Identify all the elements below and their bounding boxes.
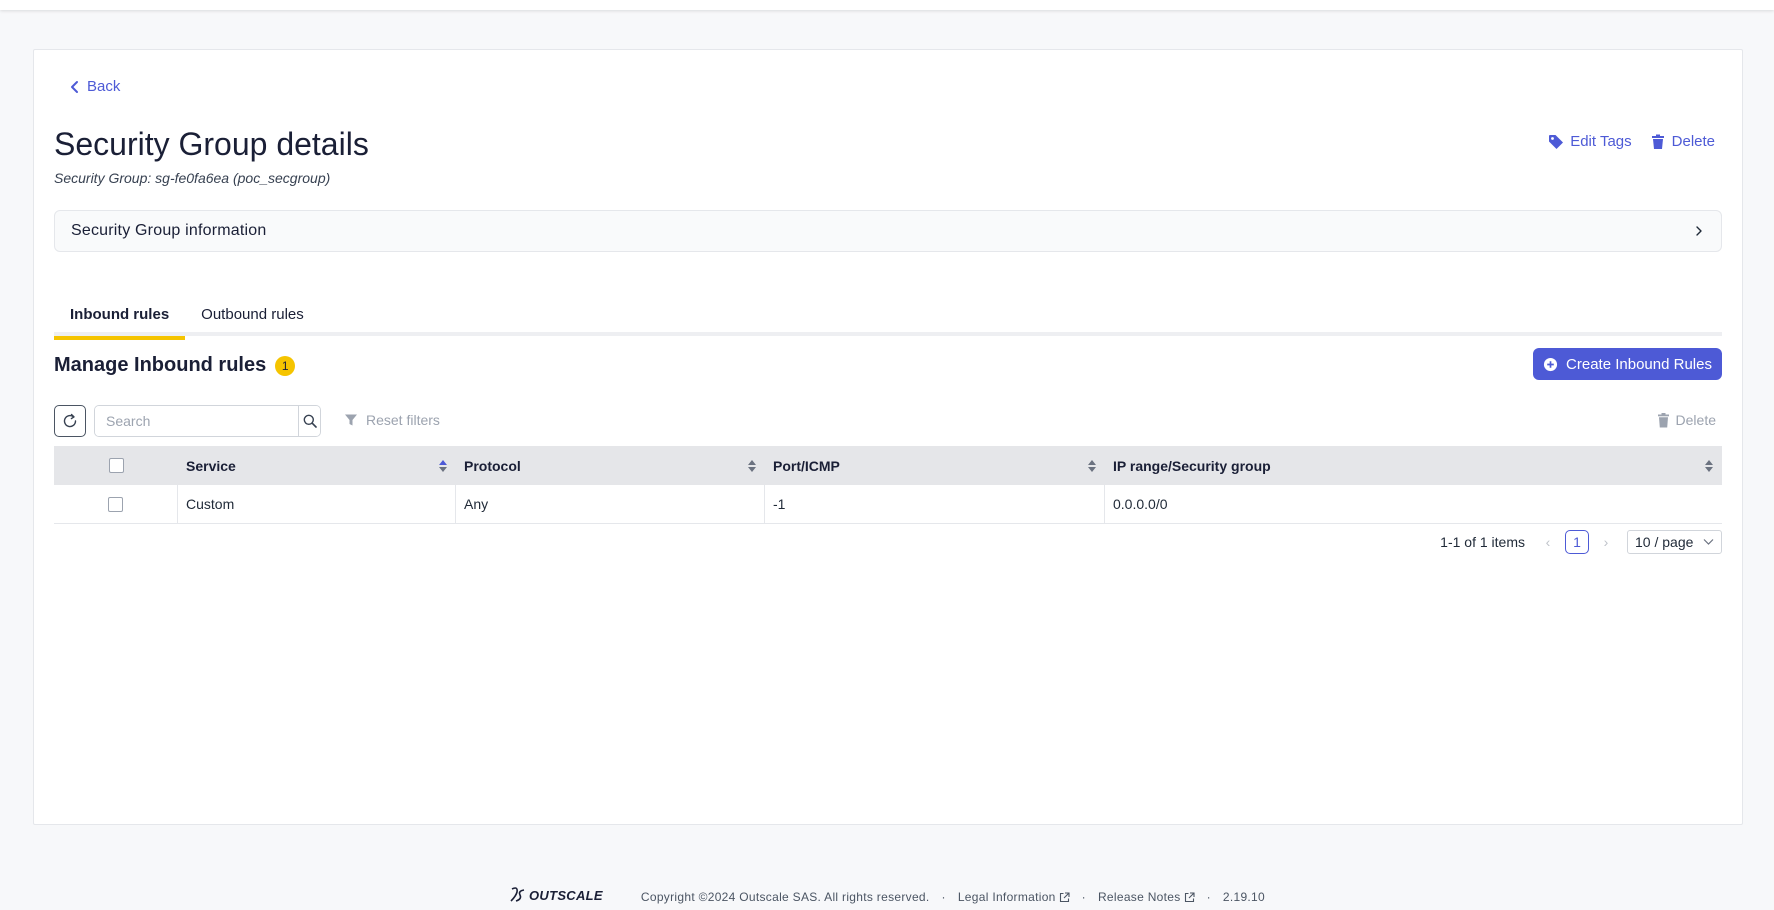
column-header-protocol[interactable]: Protocol xyxy=(456,446,765,485)
reset-filters-button[interactable]: Reset filters xyxy=(344,412,440,428)
row-checkbox-cell xyxy=(54,485,178,523)
delete-group-button[interactable]: Delete xyxy=(1650,133,1715,150)
plus-circle-icon xyxy=(1543,357,1558,371)
count-badge: 1 xyxy=(275,355,296,376)
select-all-checkbox[interactable] xyxy=(108,458,124,473)
page-number[interactable]: 1 xyxy=(1565,530,1589,554)
back-label: Back xyxy=(87,78,121,95)
separator: · xyxy=(1206,890,1211,904)
page-title: Security Group details xyxy=(54,126,369,162)
chevron-down-icon xyxy=(1703,539,1714,545)
column-label: Service xyxy=(186,457,236,474)
tag-icon xyxy=(1549,134,1564,149)
copyright-text: Copyright ©2024 Outscale SAS. All rights… xyxy=(640,890,930,904)
release-notes-label: Release Notes xyxy=(1097,890,1181,904)
tab-outbound-rules[interactable]: Outbound rules xyxy=(185,306,320,336)
outscale-logo: OUTSCALE xyxy=(509,887,603,903)
inbound-rules-table: Service Protocol Port/ICMP IP range/Secu… xyxy=(54,446,1722,524)
sort-icon xyxy=(1705,459,1713,472)
info-panel-label: Security Group information xyxy=(71,222,267,239)
sort-icon xyxy=(748,459,756,472)
table-toolbar: Reset filters Delete xyxy=(54,405,1722,437)
content-card: Back Security Group details Security Gro… xyxy=(33,49,1743,825)
edit-tags-label: Edit Tags xyxy=(1570,133,1632,150)
column-header-ip-range[interactable]: IP range/Security group xyxy=(1105,446,1722,485)
legal-information-link[interactable]: Legal Information xyxy=(958,890,1070,904)
section-title: Manage Inbound rules xyxy=(54,354,267,376)
reset-filters-label: Reset filters xyxy=(366,412,440,428)
next-page-button[interactable]: › xyxy=(1599,534,1613,550)
tab-inbound-rules[interactable]: Inbound rules xyxy=(54,306,186,340)
delete-rules-label: Delete xyxy=(1675,412,1716,428)
search-button[interactable] xyxy=(298,406,320,436)
separator: · xyxy=(941,890,946,904)
chevron-right-icon xyxy=(1696,226,1702,236)
cell-service: Custom xyxy=(178,485,456,523)
column-label: IP range/Security group xyxy=(1113,457,1271,474)
release-notes-link[interactable]: Release Notes xyxy=(1098,890,1195,904)
trash-icon xyxy=(1657,412,1669,427)
cell-protocol: Any xyxy=(456,485,765,523)
create-inbound-rules-label: Create Inbound Rules xyxy=(1566,355,1712,373)
logo-text: OUTSCALE xyxy=(528,887,603,903)
cell-port: -1 xyxy=(765,485,1105,523)
top-bar xyxy=(0,0,1774,10)
external-link-icon xyxy=(1059,891,1070,902)
filter-icon xyxy=(345,414,357,426)
external-link-icon xyxy=(1184,891,1195,902)
security-group-info-panel[interactable]: Security Group information xyxy=(54,210,1722,252)
table-header: Service Protocol Port/ICMP IP range/Secu… xyxy=(54,446,1722,485)
create-inbound-rules-button[interactable]: Create Inbound Rules xyxy=(1533,348,1722,380)
delete-label: Delete xyxy=(1671,133,1715,150)
column-header-port[interactable]: Port/ICMP xyxy=(765,446,1105,485)
sort-icon xyxy=(439,459,447,472)
search-box xyxy=(94,405,321,437)
column-label: Protocol xyxy=(464,457,521,474)
edit-tags-button[interactable]: Edit Tags xyxy=(1548,133,1632,150)
chevron-left-icon xyxy=(71,80,78,93)
prev-page-button[interactable]: ‹ xyxy=(1541,534,1555,550)
column-label: Port/ICMP xyxy=(773,457,840,474)
refresh-icon xyxy=(63,413,77,428)
version-text: 2.19.10 xyxy=(1222,890,1265,904)
row-checkbox[interactable] xyxy=(108,496,123,512)
header-actions: Edit Tags Delete xyxy=(1548,133,1715,150)
legal-information-label: Legal Information xyxy=(957,890,1056,904)
sort-icon xyxy=(1088,459,1096,472)
column-header-service[interactable]: Service xyxy=(178,446,456,485)
table-row[interactable]: Custom Any -1 0.0.0.0/0 xyxy=(54,485,1722,524)
search-icon xyxy=(303,414,317,428)
outscale-logo-mark xyxy=(510,887,525,902)
page-size-value: 10 / page xyxy=(1635,534,1694,550)
pagination-summary: 1-1 of 1 items xyxy=(1440,534,1525,550)
search-input[interactable] xyxy=(95,406,298,436)
section-header: Manage Inbound rules 1 xyxy=(54,354,296,377)
delete-rules-button[interactable]: Delete xyxy=(1657,412,1716,428)
page-size-select[interactable]: 10 / page xyxy=(1627,530,1722,554)
page-subtitle: Security Group: sg-fe0fa6ea (poc_secgrou… xyxy=(54,170,331,186)
cell-ip-range: 0.0.0.0/0 xyxy=(1113,496,1168,512)
trash-icon xyxy=(1651,134,1664,149)
header-checkbox-cell xyxy=(54,446,178,485)
footer: OUTSCALE Copyright ©2024 Outscale SAS. A… xyxy=(0,887,1774,910)
back-link[interactable]: Back xyxy=(69,78,120,95)
pagination: 1-1 of 1 items ‹ 1 › 10 / page xyxy=(1440,530,1722,554)
rules-tabs: Inbound rules Outbound rules xyxy=(54,306,1722,340)
separator: · xyxy=(1081,890,1086,904)
refresh-button[interactable] xyxy=(54,405,86,437)
